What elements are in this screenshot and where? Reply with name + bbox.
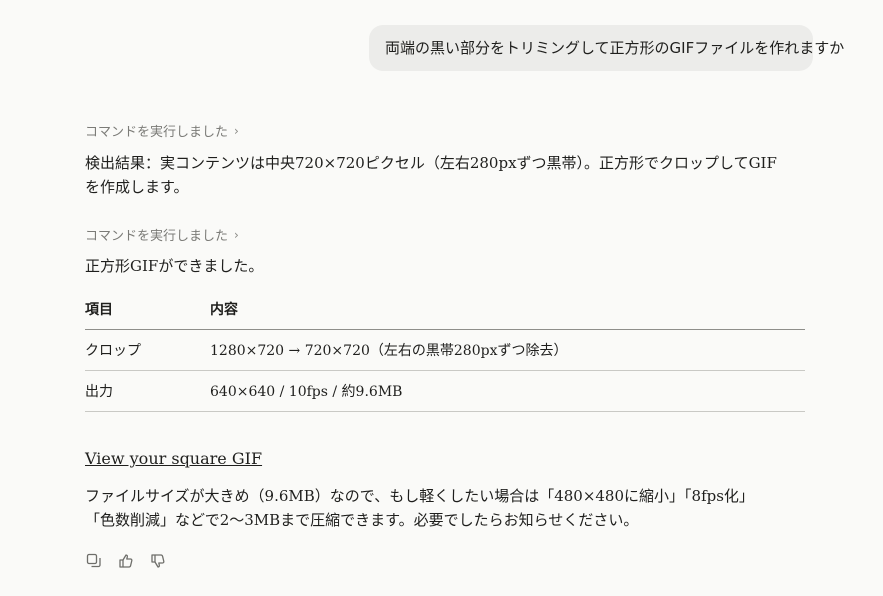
command-executed-toggle-2[interactable]: コマンドを実行しました › [85, 225, 239, 245]
completion-text: 正方形GIFができました。 [85, 257, 264, 275]
detection-result-text: 検出結果：実コンテンツは中央720×720ピクセル（左右280pxずつ黒帯）。正… [85, 154, 777, 196]
table-header-item: 項目 [85, 289, 210, 330]
user-message-bubble: 両端の黒い部分をトリミングして正方形のGIFファイルを作れますか [369, 25, 844, 71]
closing-text: ファイルサイズが大きめ（9.6MB）なので、もし軽くしたい場合は「480×480… [85, 484, 805, 532]
closing-text-line-2: 「色数削減」などで2〜3MBまで圧縮できます。必要でしたらお知らせください。 [85, 511, 639, 529]
copy-button[interactable] [84, 551, 104, 571]
table-cell: 出力 [85, 370, 210, 412]
closing-text-line-1: ファイルサイズが大きめ（9.6MB）なので、もし軽くしたい場合は「480×480… [85, 487, 754, 505]
message-actions [84, 551, 168, 571]
thumbs-down-icon [151, 554, 165, 568]
copy-icon [86, 553, 101, 568]
user-message-text: 両端の黒い部分をトリミングして正方形のGIFファイルを作れますか [385, 39, 845, 57]
command-label: コマンドを実行しました [85, 229, 229, 244]
chevron-right-icon: › [234, 227, 239, 242]
table-cell: 640×640 / 10fps / 約9.6MB [210, 370, 805, 412]
table-row: 出力 640×640 / 10fps / 約9.6MB [85, 370, 805, 412]
table-cell: クロップ [85, 329, 210, 371]
command-label: コマンドを実行しました [85, 125, 229, 140]
view-square-gif-link[interactable]: View your square GIF [85, 449, 262, 468]
thumbs-up-button[interactable] [116, 551, 136, 571]
table-row: クロップ 1280×720 → 720×720（左右の黒帯280pxずつ除去） [85, 329, 805, 371]
chevron-right-icon: › [234, 123, 239, 138]
table-header-row: 項目 内容 [85, 289, 805, 330]
thumbs-up-icon [119, 554, 133, 568]
result-table: 項目 内容 クロップ 1280×720 → 720×720（左右の黒帯280px… [85, 289, 805, 412]
thumbs-down-button[interactable] [148, 551, 168, 571]
table-cell: 1280×720 → 720×720（左右の黒帯280pxずつ除去） [210, 329, 805, 371]
command-executed-toggle-1[interactable]: コマンドを実行しました › [85, 121, 239, 141]
table-header-content: 内容 [210, 289, 805, 330]
